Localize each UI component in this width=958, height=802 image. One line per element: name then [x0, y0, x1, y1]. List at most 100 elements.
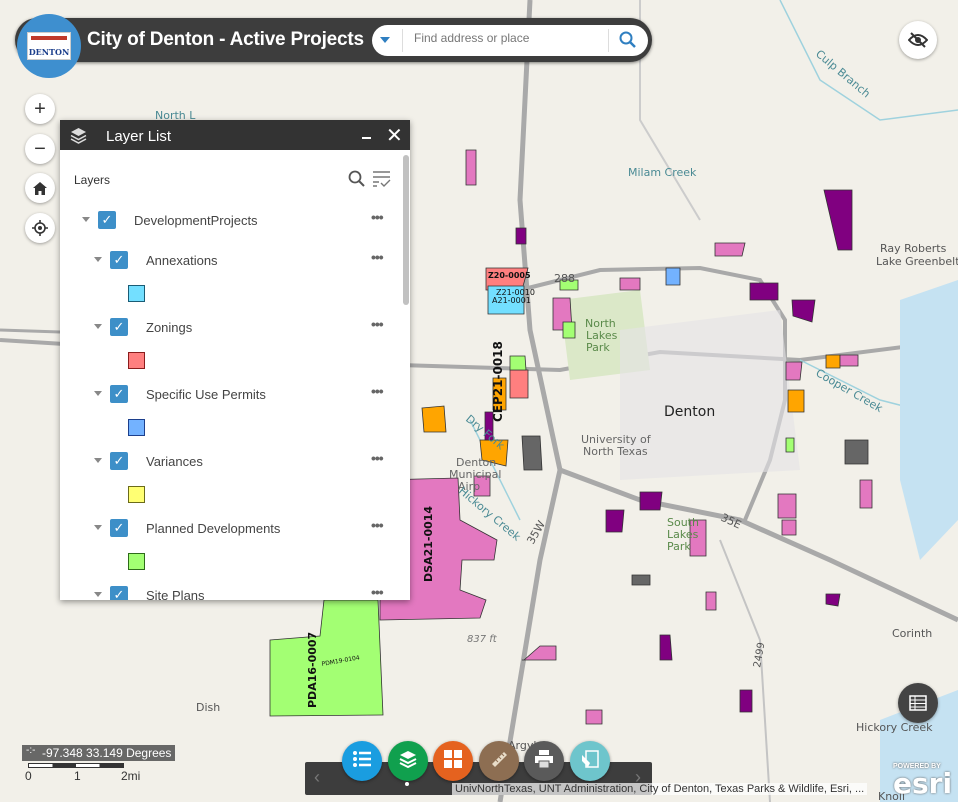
layer-list-icon	[398, 749, 418, 774]
layer-list-panel: Layer List ✕ Layers ✓ DevelopmentProject…	[60, 120, 410, 600]
expand-arrow-icon[interactable]	[82, 217, 90, 222]
layer-name: Specific Use Permits	[146, 387, 266, 402]
layer-item-site-plans[interactable]: ✓ Site Plans •••	[60, 583, 400, 600]
scrollbar[interactable]	[403, 155, 409, 595]
project-polygon[interactable]	[787, 389, 805, 413]
project-polygon[interactable]	[631, 574, 651, 586]
crosshair-icon: -:-	[26, 745, 36, 756]
denton-logo: DENTON	[17, 14, 81, 78]
locate-button[interactable]	[25, 213, 55, 243]
filter-list-icon[interactable]	[372, 170, 392, 188]
panel-header[interactable]: Layer List ✕	[60, 120, 410, 150]
expand-arrow-icon[interactable]	[94, 525, 102, 530]
project-polygon[interactable]	[665, 267, 681, 286]
label-hwy-288: 288	[554, 272, 575, 285]
search-widget	[372, 25, 648, 56]
layer-item-specific-use-permits[interactable]: ✓ Specific Use Permits •••	[60, 382, 400, 406]
layer-checkbox[interactable]: ✓	[98, 211, 116, 229]
project-polygon[interactable]	[781, 519, 797, 536]
measurement-button[interactable]	[478, 741, 519, 781]
layer-checkbox[interactable]: ✓	[110, 251, 128, 269]
zoom-out-button[interactable]: −	[25, 134, 55, 164]
project-polygon[interactable]	[562, 321, 576, 339]
scrollbar-thumb[interactable]	[403, 155, 409, 305]
more-options-icon[interactable]: •••	[371, 584, 384, 600]
layer-item-variances[interactable]: ✓ Variances •••	[60, 449, 400, 473]
previous-arrow-icon[interactable]: ‹	[314, 767, 320, 788]
layer-checkbox[interactable]: ✓	[110, 519, 128, 537]
project-polygon[interactable]	[515, 227, 527, 245]
home-icon	[33, 181, 47, 195]
esri-logo[interactable]: POWERED BY esri	[893, 763, 952, 798]
layer-checkbox[interactable]: ✓	[110, 586, 128, 600]
search-icon[interactable]	[618, 30, 638, 50]
more-options-icon[interactable]: •••	[371, 316, 384, 332]
label-north-lakes-3: Park	[586, 341, 610, 354]
project-polygon[interactable]	[844, 439, 869, 465]
search-source-dropdown-icon[interactable]	[380, 37, 390, 43]
minimize-button[interactable]	[362, 137, 371, 139]
project-polygon[interactable]	[839, 354, 859, 367]
project-polygon[interactable]	[859, 479, 873, 509]
more-options-icon[interactable]: •••	[371, 383, 384, 399]
legend-button[interactable]	[342, 741, 382, 781]
eye-slash-icon	[908, 32, 928, 48]
draw-button[interactable]	[570, 741, 610, 781]
scale-label-0: 0	[25, 769, 32, 783]
layer-checkbox[interactable]: ✓	[110, 318, 128, 336]
project-polygon[interactable]	[605, 509, 625, 533]
project-polygon[interactable]	[785, 437, 795, 453]
project-polygon[interactable]	[777, 493, 797, 519]
project-polygon[interactable]	[521, 435, 543, 471]
more-options-icon[interactable]: •••	[371, 450, 384, 466]
basemap-gallery-button[interactable]	[433, 741, 474, 781]
coordinate-readout[interactable]: -:- -97.348 33.149 Degrees	[22, 745, 176, 761]
layer-checkbox[interactable]: ✓	[110, 452, 128, 470]
table-icon	[909, 695, 927, 711]
project-polygon[interactable]	[585, 709, 603, 725]
expand-arrow-icon[interactable]	[94, 458, 102, 463]
label-hickory-creek-east: Hickory Creek	[856, 721, 933, 734]
search-layers-icon[interactable]	[348, 170, 366, 188]
project-polygon[interactable]	[825, 593, 841, 607]
legend-swatch	[128, 285, 145, 302]
project-polygon[interactable]	[739, 689, 753, 713]
hide-ui-button[interactable]	[899, 21, 937, 59]
attribute-table-button[interactable]	[898, 683, 938, 723]
expand-arrow-icon[interactable]	[94, 391, 102, 396]
search-input[interactable]	[414, 31, 604, 45]
print-icon	[534, 749, 554, 773]
project-polygon[interactable]	[659, 634, 673, 661]
label-milam-creek: Milam Creek	[628, 166, 697, 179]
expand-arrow-icon[interactable]	[94, 324, 102, 329]
home-button[interactable]	[25, 173, 55, 203]
layer-item-developmentprojects[interactable]: ✓ DevelopmentProjects •••	[60, 208, 400, 232]
project-polygon[interactable]	[714, 242, 746, 257]
basemap-gallery-icon	[444, 749, 463, 773]
project-polygon[interactable]	[705, 591, 717, 611]
label-unt-2: North Texas	[583, 445, 648, 458]
expand-arrow-icon[interactable]	[94, 257, 102, 262]
project-polygon[interactable]	[509, 355, 527, 371]
more-options-icon[interactable]: •••	[371, 249, 384, 265]
close-button[interactable]: ✕	[386, 123, 403, 148]
project-polygon[interactable]	[509, 369, 529, 399]
layer-list-button[interactable]	[387, 741, 428, 781]
expand-arrow-icon[interactable]	[94, 592, 102, 597]
layer-name: DevelopmentProjects	[134, 213, 258, 228]
layer-item-annexations[interactable]: ✓ Annexations •••	[60, 248, 400, 272]
layer-item-zonings[interactable]: ✓ Zonings •••	[60, 315, 400, 339]
project-polygon[interactable]	[639, 491, 663, 511]
zoom-in-button[interactable]: +	[25, 94, 55, 124]
project-polygon[interactable]	[421, 405, 447, 433]
layer-checkbox[interactable]: ✓	[110, 385, 128, 403]
project-polygon[interactable]	[785, 361, 803, 381]
more-options-icon[interactable]: •••	[371, 517, 384, 533]
project-polygon[interactable]	[465, 149, 477, 186]
page-indicator[interactable]	[405, 782, 409, 786]
project-polygon[interactable]	[825, 354, 841, 369]
project-polygon[interactable]	[749, 282, 779, 301]
project-polygon[interactable]	[619, 277, 641, 291]
layer-item-planned-developments[interactable]: ✓ Planned Developments •••	[60, 516, 400, 540]
more-options-icon[interactable]: •••	[371, 209, 384, 225]
